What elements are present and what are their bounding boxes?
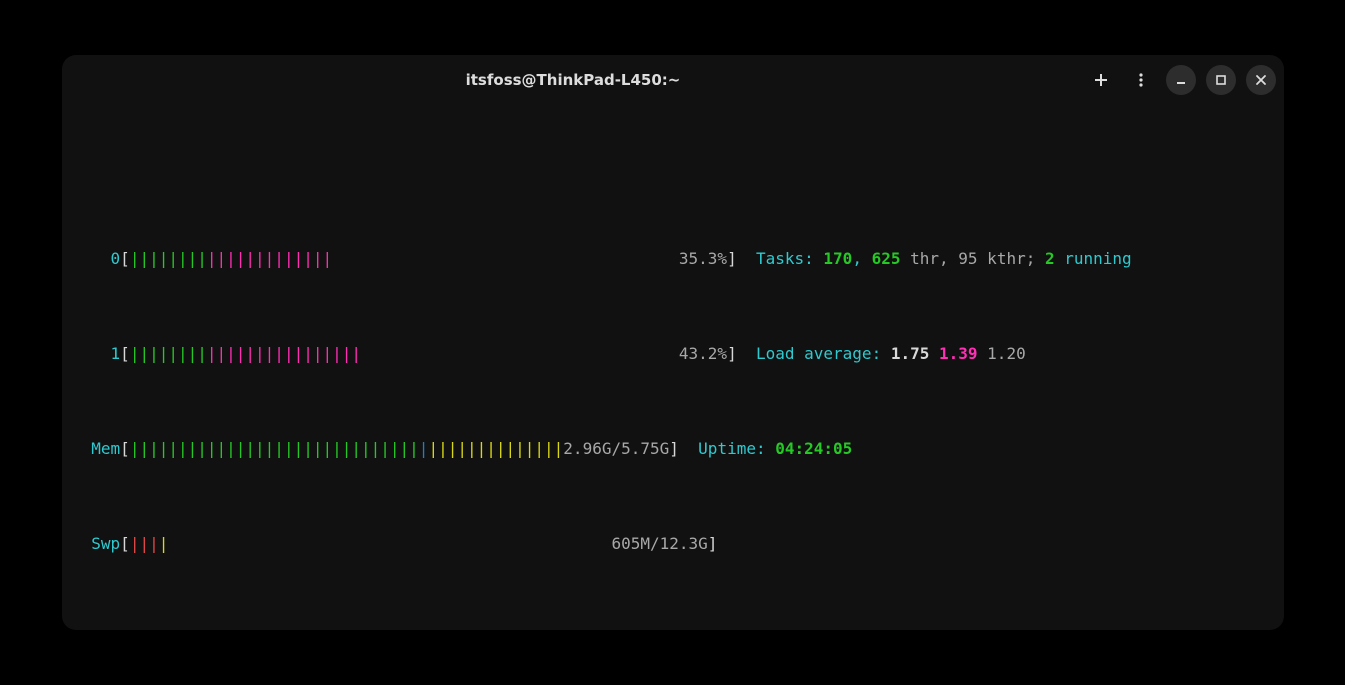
cpu0-meter: 0[||||||||||||||||||||| 35.3%] Tasks: 17… — [72, 249, 1274, 268]
kebab-icon — [1133, 72, 1149, 88]
menu-button[interactable] — [1126, 65, 1156, 95]
mem-meter: Mem[||||||||||||||||||||||||||||||||||||… — [72, 439, 1274, 458]
minimize-icon — [1174, 73, 1188, 87]
maximize-icon — [1214, 73, 1228, 87]
window-title: itsfoss@ThinkPad-L450:~ — [466, 71, 681, 90]
close-button[interactable] — [1246, 65, 1276, 95]
terminal-window: itsfoss@ThinkPad-L450:~ 0[||||||||||||||… — [62, 55, 1284, 630]
close-icon — [1254, 73, 1268, 87]
minimize-button[interactable] — [1166, 65, 1196, 95]
terminal-content[interactable]: 0[||||||||||||||||||||| 35.3%] Tasks: 17… — [62, 105, 1284, 630]
window-controls — [1086, 55, 1276, 105]
swp-meter: Swp[|||| 605M/12.3G] — [72, 534, 1274, 553]
new-tab-button[interactable] — [1086, 65, 1116, 95]
plus-icon — [1093, 72, 1109, 88]
maximize-button[interactable] — [1206, 65, 1236, 95]
window-titlebar: itsfoss@ThinkPad-L450:~ — [62, 55, 1284, 105]
cpu1-meter: 1[|||||||||||||||||||||||| 43.2%] Load a… — [72, 344, 1274, 363]
